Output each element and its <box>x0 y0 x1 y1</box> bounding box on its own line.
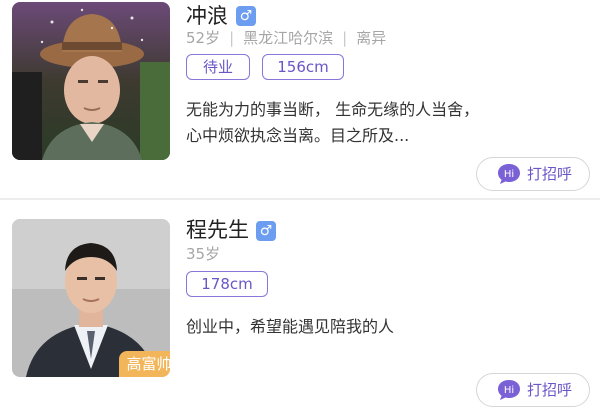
profile-photo[interactable]: 高富帅 <box>12 219 170 377</box>
profile-tag-occupation: 待业 <box>186 54 250 80</box>
profile-card[interactable]: 冲浪 ♂ 52岁 | 黑龙江哈尔滨 | 离异 待业 156cm 无能为力的事当断， 生命… <box>0 0 600 198</box>
svg-text:Hi: Hi <box>504 169 514 180</box>
greet-button[interactable]: Hi 打招呼 <box>476 157 590 191</box>
hi-bubble-icon: Hi <box>498 380 520 400</box>
svg-text:Hi: Hi <box>504 385 514 396</box>
profile-photo[interactable] <box>12 2 170 160</box>
avatar <box>12 2 170 160</box>
profile-name[interactable]: 冲浪 <box>186 2 228 30</box>
greet-button-label: 打招呼 <box>527 381 573 399</box>
profile-card[interactable]: 高富帅 程先生 ♂ 35岁 178cm 创业中，希望能遇见陪我的人 Hi 打招呼 <box>0 200 600 407</box>
photo-tag: 高富帅 <box>119 351 170 377</box>
profile-meta: 35岁 <box>186 244 220 264</box>
hi-bubble-icon: Hi <box>498 164 520 184</box>
divider: | <box>229 29 235 47</box>
profile-meta: 52岁 | 黑龙江哈尔滨 | 离异 <box>186 28 386 48</box>
divider: | <box>342 29 348 47</box>
profile-name[interactable]: 程先生 <box>186 216 249 244</box>
profile-marital-status: 离异 <box>356 29 387 47</box>
greet-button-label: 打招呼 <box>527 165 573 183</box>
male-gender-icon: ♂ <box>236 6 256 26</box>
profile-age: 35岁 <box>186 245 221 263</box>
profile-description: 创业中，希望能遇见陪我的人 <box>186 317 395 336</box>
profile-description: 无能为力的事当断， 生命无缘的人当舍，心中烦欲执念当离。目之所及... <box>186 100 480 145</box>
profile-tag-height: 156cm <box>262 54 344 80</box>
greet-button[interactable]: Hi 打招呼 <box>476 373 590 407</box>
profile-tag-height: 178cm <box>186 271 268 297</box>
profile-age: 52岁 <box>186 29 221 47</box>
profile-location: 黑龙江哈尔滨 <box>243 29 334 47</box>
male-gender-icon: ♂ <box>256 221 276 241</box>
